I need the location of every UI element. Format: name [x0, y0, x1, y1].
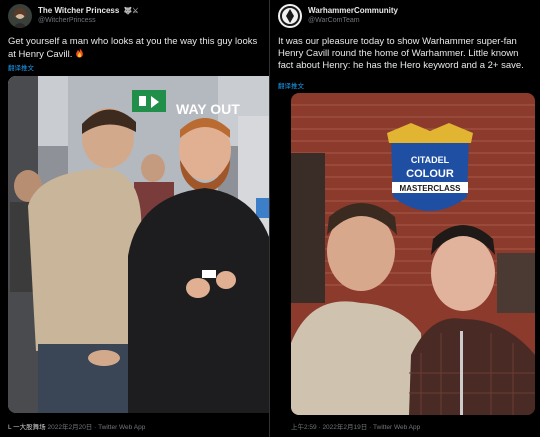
right-author-handle[interactable]: @WarComTeam [308, 17, 398, 24]
left-tweet-footer: L 一大股舞场 2022年2月20日 · Twitter Web App [8, 421, 145, 431]
right-author-avatar[interactable] [278, 4, 302, 28]
left-tweet-text: Get yourself a man who looks at you the … [8, 36, 266, 61]
left-display-name[interactable]: The Witcher Princess [38, 6, 119, 15]
exit-sign [132, 90, 166, 112]
right-tweet-header: WarhammerCommunity @WarComTeam [278, 4, 534, 30]
right-tweet-photo[interactable]: CITADEL COLOUR MASTERCLASS [291, 93, 535, 415]
right-tweet-time[interactable]: 上午2:59 [291, 424, 317, 431]
fire-emoji-icon [76, 48, 83, 58]
left-author-handle[interactable]: @WitcherPrincess [38, 17, 139, 24]
right-tweet-date[interactable]: · 2022年2月19日 [318, 424, 367, 431]
left-translate-link[interactable]: 翻译推文 [8, 62, 34, 72]
logo-line-1: CITADEL [411, 155, 450, 165]
photo-sign-text: WAY OUT [176, 101, 240, 117]
left-tweet-panel: The Witcher Princess 🐺⚔ @WitcherPrincess… [0, 0, 270, 437]
right-translate-link[interactable]: 翻译推文 [278, 80, 304, 90]
logo-line-3: MASTERCLASS [400, 184, 462, 193]
left-name-badges: 🐺⚔ [123, 8, 139, 15]
right-display-name[interactable]: WarhammerCommunity [308, 6, 398, 15]
right-tweet-panel: WarhammerCommunity @WarComTeam It was ou… [270, 0, 540, 437]
right-tweet-footer: 上午2:59 · 2022年2月19日 · Twitter Web App [291, 421, 420, 431]
left-tweet-text-body: Get yourself a man who looks at you the … [8, 36, 258, 60]
logo-line-2: COLOUR [406, 168, 454, 180]
left-author-name[interactable]: The Witcher Princess 🐺⚔ [38, 6, 139, 15]
right-tweet-text: It was our pleasure today to show Warham… [278, 36, 524, 71]
watermark-text: L 一大股舞场 [8, 424, 46, 431]
left-tweet-date[interactable]: 2022年2月20日 [48, 424, 93, 431]
left-author-avatar[interactable] [8, 4, 32, 28]
right-tweet-source: · Twitter Web App [369, 424, 421, 431]
left-tweet-header: The Witcher Princess 🐺⚔ @WitcherPrincess [8, 4, 264, 30]
left-tweet-photo[interactable]: WAY OUT [8, 76, 277, 413]
left-tweet-source: · Twitter Web App [94, 424, 146, 431]
